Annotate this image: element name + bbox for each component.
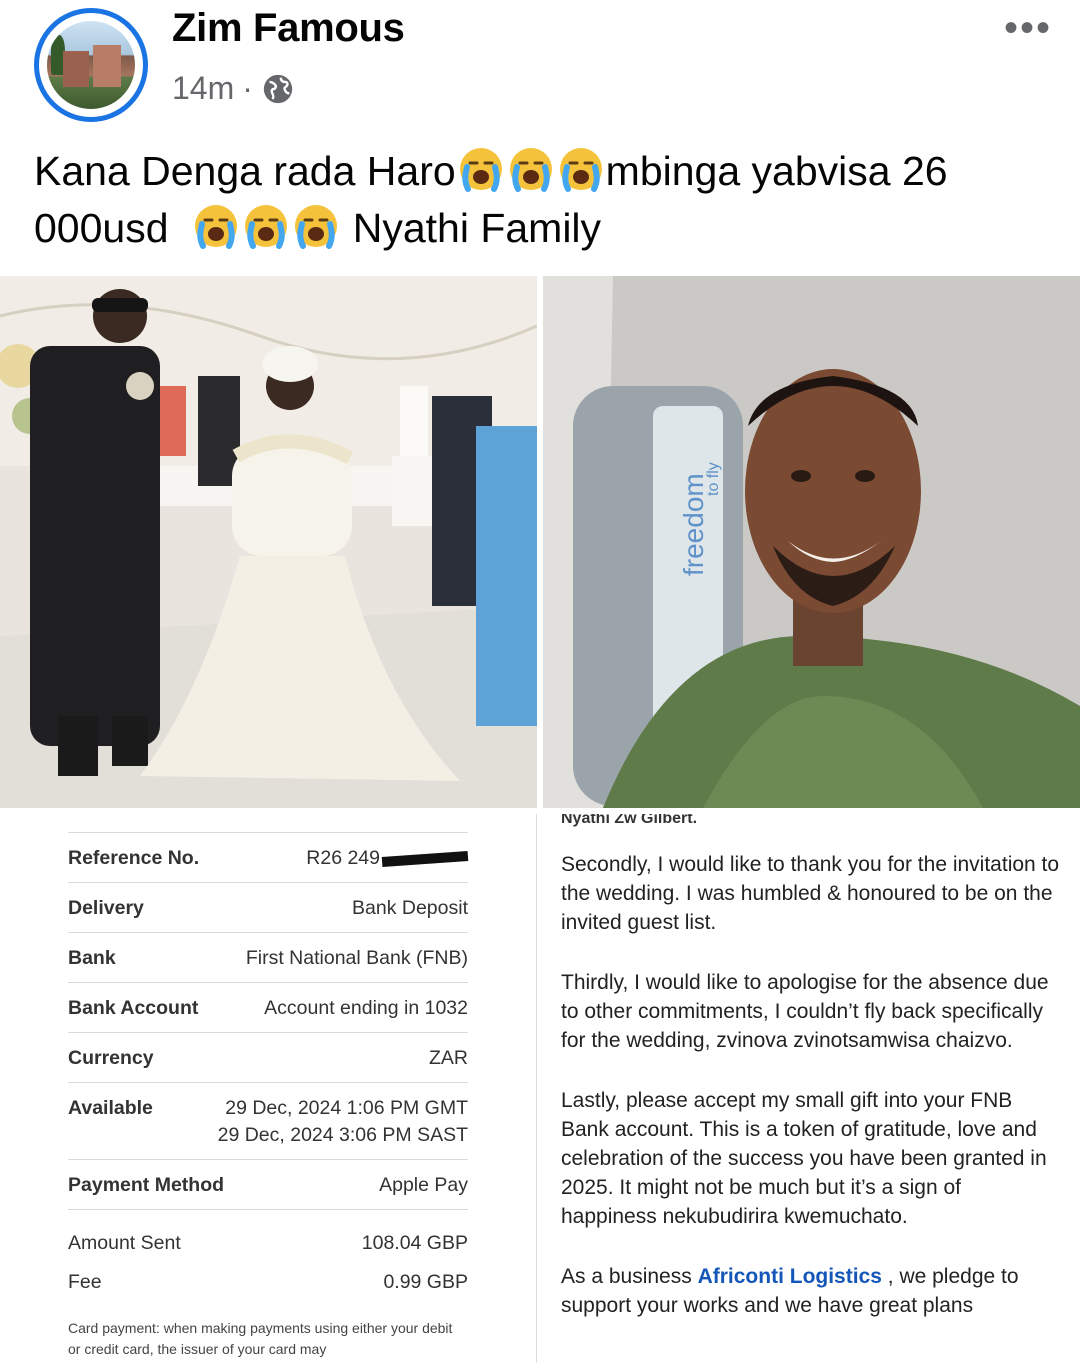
- receipt-value: 29 Dec, 2024 1:06 PM GMT 29 Dec, 2024 3:…: [218, 1097, 468, 1147]
- photo-plane-selfie[interactable]: freedom to fly: [543, 276, 1080, 808]
- receipt-row: Currency ZAR: [68, 1032, 468, 1082]
- receipt-value: 0.99 GBP: [383, 1271, 468, 1293]
- redaction-mark: [381, 850, 469, 867]
- receipt-label: Currency: [68, 1047, 154, 1069]
- letter-paragraph: Secondly, I would like to thank you for …: [561, 853, 1060, 934]
- transfer-receipt-screenshot[interactable]: Reference No. R26 249 Delivery Bank Depo…: [0, 814, 537, 1363]
- reference-value: R26 249: [306, 847, 380, 869]
- post-time[interactable]: 14m: [172, 70, 234, 107]
- available-sast: 29 Dec, 2024 3:06 PM SAST: [217, 1124, 468, 1146]
- thank-you-letter-screenshot[interactable]: Nyathi Zw Gilbert. Secondly, I would lik…: [543, 814, 1080, 1363]
- receipt-label: Bank: [68, 947, 116, 969]
- public-globe-icon: [263, 74, 293, 103]
- company-link[interactable]: Africonti Logistics: [698, 1265, 882, 1288]
- receipt: Reference No. R26 249 Delivery Bank Depo…: [68, 832, 469, 1360]
- receipt-value: R26 249: [306, 847, 469, 870]
- receipt-label: Fee: [68, 1271, 102, 1293]
- letter: Nyathi Zw Gilbert. Secondly, I would lik…: [561, 814, 1061, 1320]
- profile-avatar-ring[interactable]: [34, 8, 148, 122]
- receipt-row: Bank First National Bank (FNB): [68, 932, 468, 982]
- receipt-label: Available: [68, 1097, 153, 1119]
- receipt-label: Payment Method: [68, 1174, 225, 1196]
- receipt-label: Bank Account: [68, 997, 199, 1019]
- receipt-row: Payment Method Apple Pay: [68, 1159, 468, 1209]
- receipt-row: Amount Sent 108.04 GBP: [68, 1209, 468, 1267]
- receipt-label: Amount Sent: [68, 1232, 181, 1254]
- crying-face-icon: [456, 148, 506, 194]
- caption-text-1: Kana Denga rada Haro: [34, 148, 456, 194]
- more-options-icon[interactable]: •••: [1004, 6, 1052, 51]
- receipt-value: ZAR: [429, 1047, 468, 1069]
- avatar[interactable]: [47, 21, 135, 109]
- crying-face-icon: [556, 148, 606, 194]
- letter-text: As a business: [561, 1265, 698, 1288]
- receipt-row: Bank Account Account ending in 1032: [68, 982, 468, 1032]
- letter-paragraph: As a business Africonti Logistics , we p…: [561, 1262, 1061, 1320]
- receipt-row: Reference No. R26 249: [68, 832, 469, 882]
- receipt-row: Delivery Bank Deposit: [68, 882, 468, 932]
- letter-paragraph: Thirdly, I would like to apologise for t…: [561, 971, 1049, 1052]
- wedding-illustration: [0, 276, 537, 808]
- receipt-value: Apple Pay: [379, 1174, 468, 1196]
- selfie-illustration: freedom to fly: [543, 276, 1080, 808]
- crying-face-icon: [241, 205, 291, 251]
- crying-face-icon: [506, 148, 556, 194]
- receipt-value: First National Bank (FNB): [245, 947, 468, 969]
- receipt-row: Fee 0.99 GBP: [68, 1267, 468, 1306]
- meta-separator: ·: [242, 70, 253, 106]
- receipt-row: Available 29 Dec, 2024 1:06 PM GMT 29 De…: [68, 1082, 468, 1159]
- letter-cut-line: Nyathi Zw Gilbert.: [561, 814, 698, 827]
- receipt-value: Account ending in 1032: [264, 997, 468, 1019]
- receipt-value: 108.04 GBP: [361, 1232, 468, 1254]
- post-meta: 14m ·: [172, 70, 295, 107]
- crying-face-icon: [291, 205, 341, 251]
- receipt-label: Reference No.: [68, 847, 200, 869]
- post-caption: Kana Denga rada Haro mbinga yabvisa 26 00…: [34, 143, 1044, 257]
- receipt-value: Bank Deposit: [352, 897, 468, 919]
- author-name[interactable]: Zim Famous: [172, 6, 405, 51]
- letter-paragraph: Lastly, please accept my small gift into…: [561, 1089, 1047, 1228]
- headrest-subtext: to fly: [705, 462, 722, 496]
- receipt-fine-print: Card payment: when making payments using…: [68, 1320, 453, 1357]
- crying-face-icon: [191, 205, 241, 251]
- caption-text-3: Nyathi Family: [352, 205, 602, 251]
- post-header: Zim Famous 14m · •••: [0, 0, 1080, 125]
- photo-wedding-couple[interactable]: [0, 276, 537, 808]
- available-gmt: 29 Dec, 2024 1:06 PM GMT: [225, 1097, 468, 1119]
- receipt-label: Delivery: [68, 897, 144, 919]
